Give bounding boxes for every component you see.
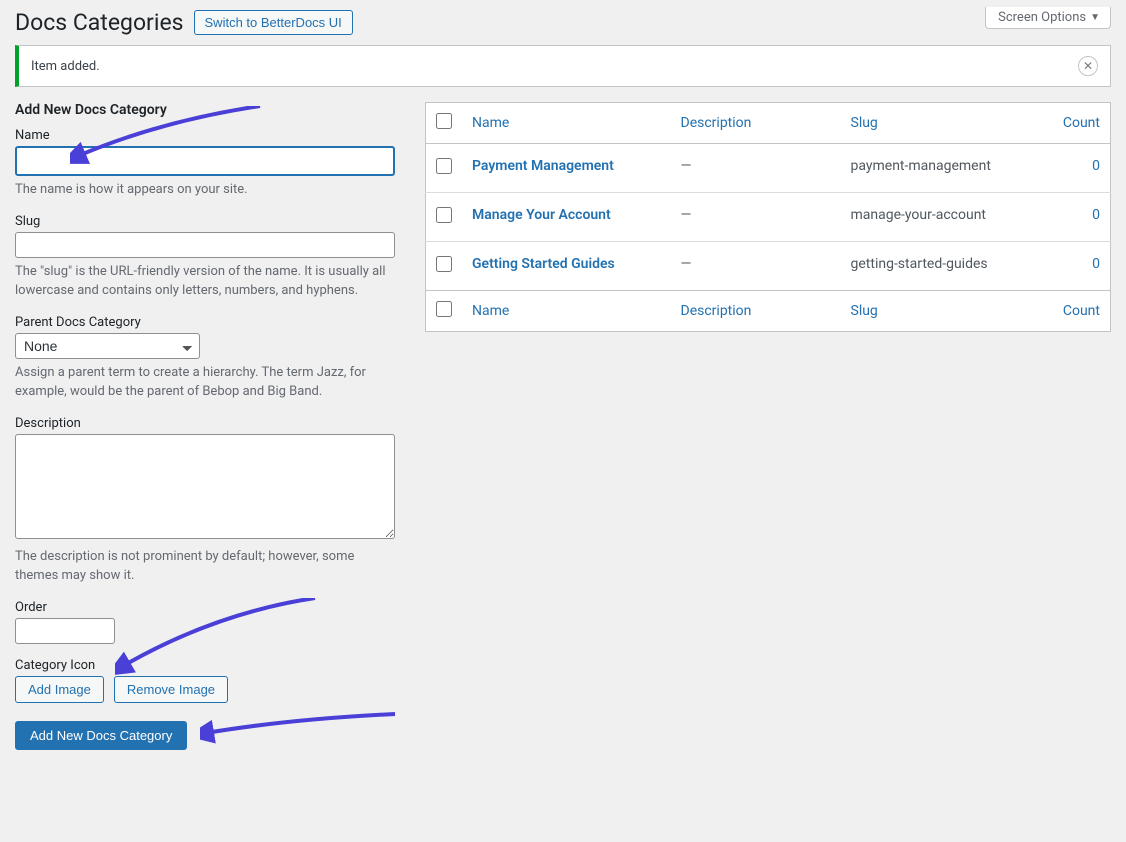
select-all-bottom-checkbox[interactable] [436, 301, 452, 317]
switch-to-betterdocs-button[interactable]: Switch to BetterDocs UI [194, 10, 353, 35]
add-image-button[interactable]: Add Image [15, 676, 104, 703]
row-checkbox[interactable] [436, 256, 452, 272]
description-textarea[interactable] [15, 434, 395, 539]
table-row: Getting Started Guides — getting-started… [426, 242, 1111, 291]
categories-table: Name Description Slug Count Payment Mana… [425, 102, 1111, 332]
screen-options-label: Screen Options [998, 10, 1086, 25]
row-description: — [671, 193, 841, 242]
order-input[interactable] [15, 618, 115, 644]
column-slug-sort[interactable]: Slug [851, 115, 878, 131]
annotation-arrow-icon [200, 711, 400, 751]
row-count-link[interactable]: 0 [1092, 256, 1100, 272]
notice-success: Item added. ✕ [15, 45, 1111, 87]
column-name-sort[interactable]: Name [472, 303, 509, 319]
row-checkbox[interactable] [436, 158, 452, 174]
description-help: The description is not prominent by defa… [15, 547, 395, 586]
dismiss-notice-button[interactable]: ✕ [1078, 56, 1098, 76]
column-description-sort[interactable]: Description [681, 115, 752, 131]
notice-message: Item added. [31, 59, 100, 74]
row-checkbox[interactable] [436, 207, 452, 223]
screen-options-toggle[interactable]: Screen Options ▼ [985, 7, 1111, 29]
column-count-sort[interactable]: Count [1063, 303, 1100, 319]
remove-image-button[interactable]: Remove Image [114, 676, 228, 703]
category-icon-label: Category Icon [15, 658, 395, 673]
column-description-sort[interactable]: Description [681, 303, 752, 319]
add-new-category-heading: Add New Docs Category [15, 102, 395, 118]
order-label: Order [15, 600, 395, 615]
name-help: The name is how it appears on your site. [15, 180, 395, 200]
column-name-sort[interactable]: Name [472, 115, 509, 131]
table-body: Payment Management — payment-management … [426, 144, 1111, 291]
page-title: Docs Categories [15, 9, 184, 36]
row-slug: payment-management [841, 144, 1041, 193]
name-label: Name [15, 128, 395, 143]
name-input[interactable] [15, 146, 395, 176]
row-slug: manage-your-account [841, 193, 1041, 242]
table-row: Payment Management — payment-management … [426, 144, 1111, 193]
column-count-sort[interactable]: Count [1063, 115, 1100, 131]
description-label: Description [15, 416, 395, 431]
chevron-down-icon: ▼ [1090, 12, 1100, 23]
row-title-link[interactable]: Getting Started Guides [472, 256, 615, 272]
parent-help: Assign a parent term to create a hierarc… [15, 363, 395, 402]
parent-label: Parent Docs Category [15, 315, 395, 330]
row-slug: getting-started-guides [841, 242, 1041, 291]
select-all-top-checkbox[interactable] [436, 113, 452, 129]
parent-select[interactable]: None [15, 333, 200, 359]
row-description: — [671, 144, 841, 193]
slug-label: Slug [15, 214, 395, 229]
add-new-docs-category-submit[interactable]: Add New Docs Category [15, 721, 187, 750]
row-title-link[interactable]: Manage Your Account [472, 207, 611, 223]
row-count-link[interactable]: 0 [1092, 158, 1100, 174]
row-count-link[interactable]: 0 [1092, 207, 1100, 223]
close-icon: ✕ [1083, 59, 1093, 73]
slug-help: The "slug" is the URL-friendly version o… [15, 262, 395, 301]
column-slug-sort[interactable]: Slug [851, 303, 878, 319]
row-description: — [671, 242, 841, 291]
table-row: Manage Your Account — manage-your-accoun… [426, 193, 1111, 242]
row-title-link[interactable]: Payment Management [472, 158, 614, 174]
slug-input[interactable] [15, 232, 395, 258]
